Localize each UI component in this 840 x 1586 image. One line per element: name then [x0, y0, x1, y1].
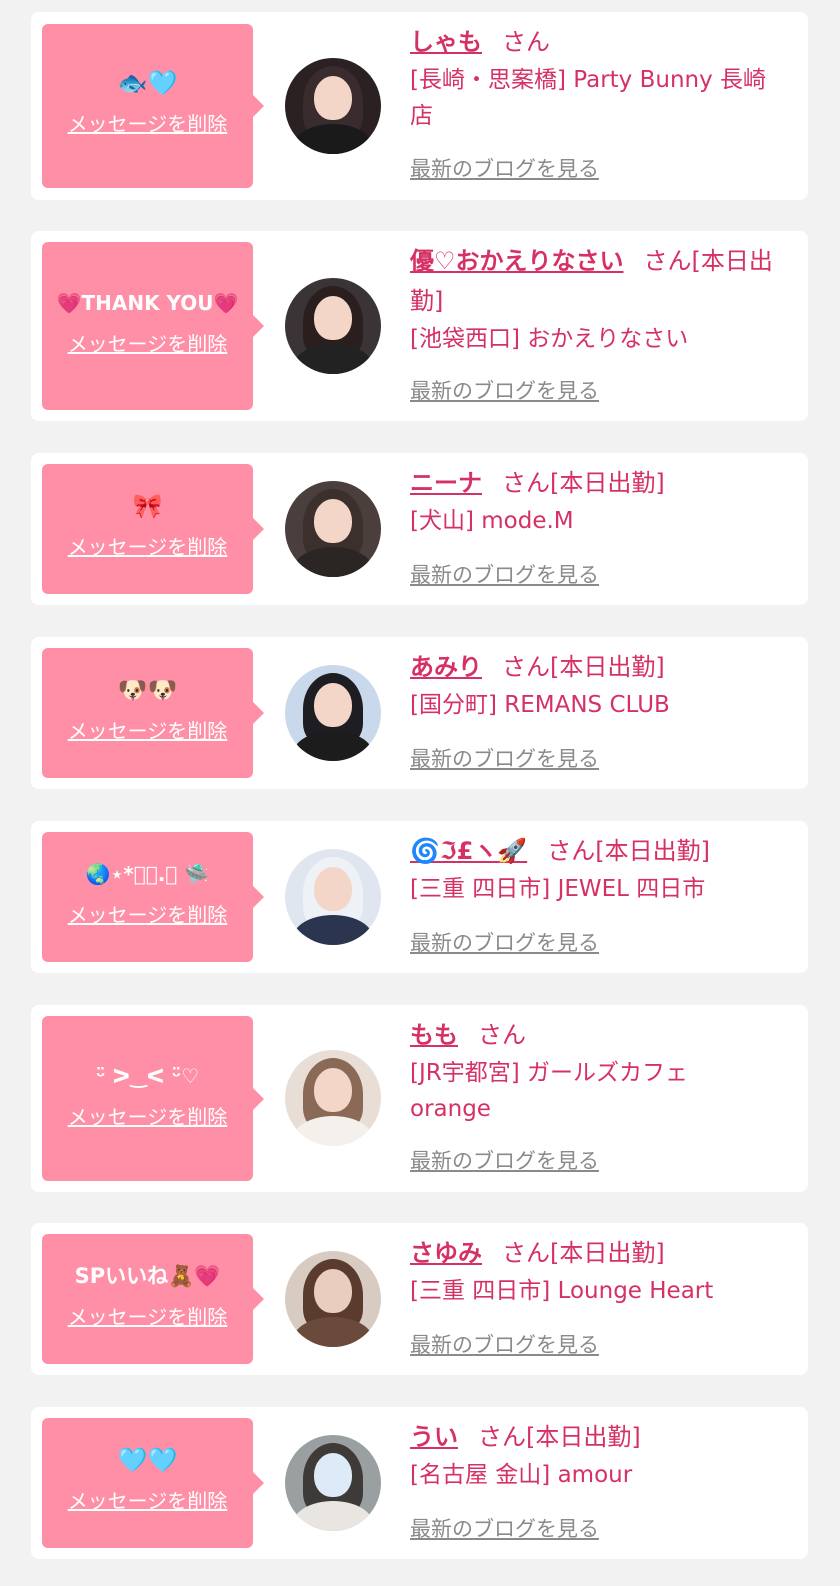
honorific: さん: [502, 653, 550, 681]
status-label: [本日出勤]: [595, 837, 710, 865]
avatar[interactable]: [285, 278, 381, 374]
message-bubble: 🐟🩵 メッセージを削除: [42, 24, 264, 188]
list-item: 🎀 メッセージを削除 ニーナ さん[本日出勤] [犬山] mode.M 最新のブロ…: [31, 453, 808, 605]
delete-message-link[interactable]: メッセージを削除: [42, 1487, 253, 1515]
list-item: 🌏⋆*ﾟ･.｡ 🛸 メッセージを削除 🌀ℑ£ヽ🚀 さん[本日出勤] [三重 四日市…: [31, 821, 808, 973]
profile-name-link[interactable]: ニーナ: [410, 469, 482, 497]
delete-message-link[interactable]: メッセージを削除: [42, 901, 253, 929]
shop-name: [JR宇都宮] ガールズカフェ orange: [410, 1060, 689, 1122]
profile-info: うい さん[本日出勤] [名古屋 金山] amour: [410, 1417, 788, 1493]
latest-blog-link[interactable]: 最新のブログを見る: [410, 1146, 599, 1176]
honorific: さん: [502, 1239, 550, 1267]
shop-name: [名古屋 金山] amour: [410, 1462, 633, 1488]
latest-blog-link[interactable]: 最新のブログを見る: [410, 376, 599, 406]
list-item: ᵕ̈ ᐳ‿ᐸ ᵕ̈♡ メッセージを削除 もも さん [JR宇都宮] ガールズカフェ…: [31, 1005, 808, 1192]
honorific: さん: [502, 469, 550, 497]
latest-blog-link[interactable]: 最新のブログを見る: [410, 744, 599, 774]
profile-name-link[interactable]: あみり: [410, 653, 482, 681]
message-bubble: 🐶🐶 メッセージを削除: [42, 648, 264, 778]
message-text: 🌏⋆*ﾟ･.｡ 🛸: [85, 862, 210, 886]
message-bubble: 💗THANK YOU💗 メッセージを削除: [42, 242, 264, 410]
message-text: ᵕ̈ ᐳ‿ᐸ ᵕ̈♡: [95, 1063, 200, 1088]
message-bubble: SPいいね🧸💗 メッセージを削除: [42, 1234, 264, 1364]
shop-name: [三重 四日市] Lounge Heart: [410, 1278, 714, 1304]
avatar[interactable]: [285, 58, 381, 154]
message-text: 🎀: [132, 492, 163, 520]
honorific: さん: [478, 1423, 526, 1451]
profile-name-link[interactable]: しゃも: [410, 28, 482, 56]
message-text: 💗THANK YOU💗: [56, 291, 239, 315]
message-bubble: ᵕ̈ ᐳ‿ᐸ ᵕ̈♡ メッセージを削除: [42, 1016, 264, 1181]
profile-name-link[interactable]: うい: [410, 1423, 458, 1451]
delete-message-link[interactable]: メッセージを削除: [42, 717, 253, 745]
shop-name: [国分町] REMANS CLUB: [410, 692, 670, 718]
profile-info: 優♡おかえりなさい さん[本日出勤] [池袋西口] おかえりなさい: [410, 241, 788, 357]
delete-message-link[interactable]: メッセージを削除: [42, 533, 253, 561]
profile-info: 🌀ℑ£ヽ🚀 さん[本日出勤] [三重 四日市] JEWEL 四日市: [410, 831, 788, 907]
profile-info: さゆみ さん[本日出勤] [三重 四日市] Lounge Heart: [410, 1233, 788, 1309]
status-label: [本日出勤]: [550, 469, 665, 497]
delete-message-link[interactable]: メッセージを削除: [42, 1303, 253, 1331]
latest-blog-link[interactable]: 最新のブログを見る: [410, 154, 599, 184]
profile-info: あみり さん[本日出勤] [国分町] REMANS CLUB: [410, 647, 788, 723]
profile-name-link[interactable]: さゆみ: [410, 1239, 482, 1267]
list-item: 💗THANK YOU💗 メッセージを削除 優♡おかえりなさい さん[本日出勤] […: [31, 231, 808, 421]
message-bubble: 🩵🩵 メッセージを削除: [42, 1418, 264, 1548]
status-label: [本日出勤]: [550, 1239, 665, 1267]
message-text: 🩵🩵: [117, 1446, 178, 1474]
profile-info: もも さん [JR宇都宮] ガールズカフェ orange: [410, 1015, 788, 1127]
honorific: さん: [478, 1021, 526, 1049]
honorific: さん: [547, 837, 596, 865]
avatar[interactable]: [285, 1251, 381, 1347]
honorific: さん: [502, 28, 550, 56]
shop-name: [三重 四日市] JEWEL 四日市: [410, 876, 706, 902]
shop-name: [長崎・思案橋] Party Bunny 長崎店: [410, 67, 767, 129]
status-label: [本日出勤]: [550, 653, 665, 681]
delete-message-link[interactable]: メッセージを削除: [42, 110, 253, 138]
shop-name: [犬山] mode.M: [410, 508, 574, 534]
status-label: [本日出勤]: [526, 1423, 641, 1451]
message-text: SPいいね🧸💗: [74, 1264, 221, 1288]
profile-info: ニーナ さん[本日出勤] [犬山] mode.M: [410, 463, 788, 539]
latest-blog-link[interactable]: 最新のブログを見る: [410, 1514, 599, 1544]
delete-message-link[interactable]: メッセージを削除: [42, 330, 253, 358]
profile-name-link[interactable]: 🌀ℑ£ヽ🚀: [410, 837, 527, 865]
avatar[interactable]: [285, 849, 381, 945]
message-bubble: 🎀 メッセージを削除: [42, 464, 264, 594]
profile-name-link[interactable]: 優♡おかえりなさい: [410, 247, 624, 275]
list-item: 🩵🩵 メッセージを削除 うい さん[本日出勤] [名古屋 金山] amour 最新…: [31, 1407, 808, 1559]
list-item: 🐶🐶 メッセージを削除 あみり さん[本日出勤] [国分町] REMANS CLU…: [31, 637, 808, 789]
latest-blog-link[interactable]: 最新のブログを見る: [410, 928, 599, 958]
list-item: 🐟🩵 メッセージを削除 しゃも さん [長崎・思案橋] Party Bunny 長…: [31, 12, 808, 200]
avatar[interactable]: [285, 1435, 381, 1531]
avatar[interactable]: [285, 1050, 381, 1146]
avatar[interactable]: [285, 665, 381, 761]
avatar[interactable]: [285, 481, 381, 577]
message-text: 🐟🩵: [117, 69, 178, 97]
delete-message-link[interactable]: メッセージを削除: [42, 1103, 253, 1131]
latest-blog-link[interactable]: 最新のブログを見る: [410, 1330, 599, 1360]
message-text: 🐶🐶: [117, 676, 178, 704]
list-item: SPいいね🧸💗 メッセージを削除 さゆみ さん[本日出勤] [三重 四日市] Lo…: [31, 1223, 808, 1375]
shop-name: [池袋西口] おかえりなさい: [410, 326, 689, 352]
latest-blog-link[interactable]: 最新のブログを見る: [410, 560, 599, 590]
profile-name-link[interactable]: もも: [410, 1021, 458, 1049]
profile-info: しゃも さん [長崎・思案橋] Party Bunny 長崎店: [410, 22, 788, 134]
message-bubble: 🌏⋆*ﾟ･.｡ 🛸 メッセージを削除: [42, 832, 264, 962]
honorific: さん: [643, 247, 692, 275]
